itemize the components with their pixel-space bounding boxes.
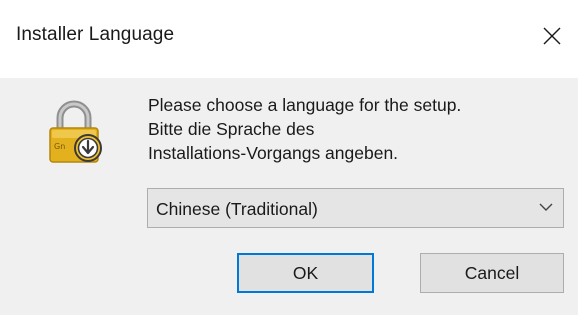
language-dropdown[interactable]: Chinese (Traditional)	[147, 188, 564, 228]
close-button[interactable]	[526, 14, 578, 58]
instruction-line: Installations-Vorgangs angeben.	[148, 143, 399, 163]
chevron-down-icon	[539, 203, 553, 211]
close-icon	[543, 27, 561, 45]
lock-download-icon: Gn	[49, 100, 102, 163]
language-dropdown-value: Chinese (Traditional)	[156, 199, 318, 219]
instruction-line: Please choose a language for the setup.	[148, 95, 462, 115]
window-title: Installer Language	[16, 24, 175, 45]
title-bar: Installer Language	[0, 0, 578, 78]
instruction-text: Please choose a language for the setup. …	[148, 93, 568, 165]
installer-language-dialog: Installer Language Gn Please choose a la…	[0, 0, 578, 315]
instruction-line: Bitte die Sprache des	[148, 119, 315, 139]
cancel-button[interactable]: Cancel	[420, 253, 564, 293]
svg-text:Gn: Gn	[54, 142, 65, 151]
ok-button[interactable]: OK	[237, 253, 374, 293]
